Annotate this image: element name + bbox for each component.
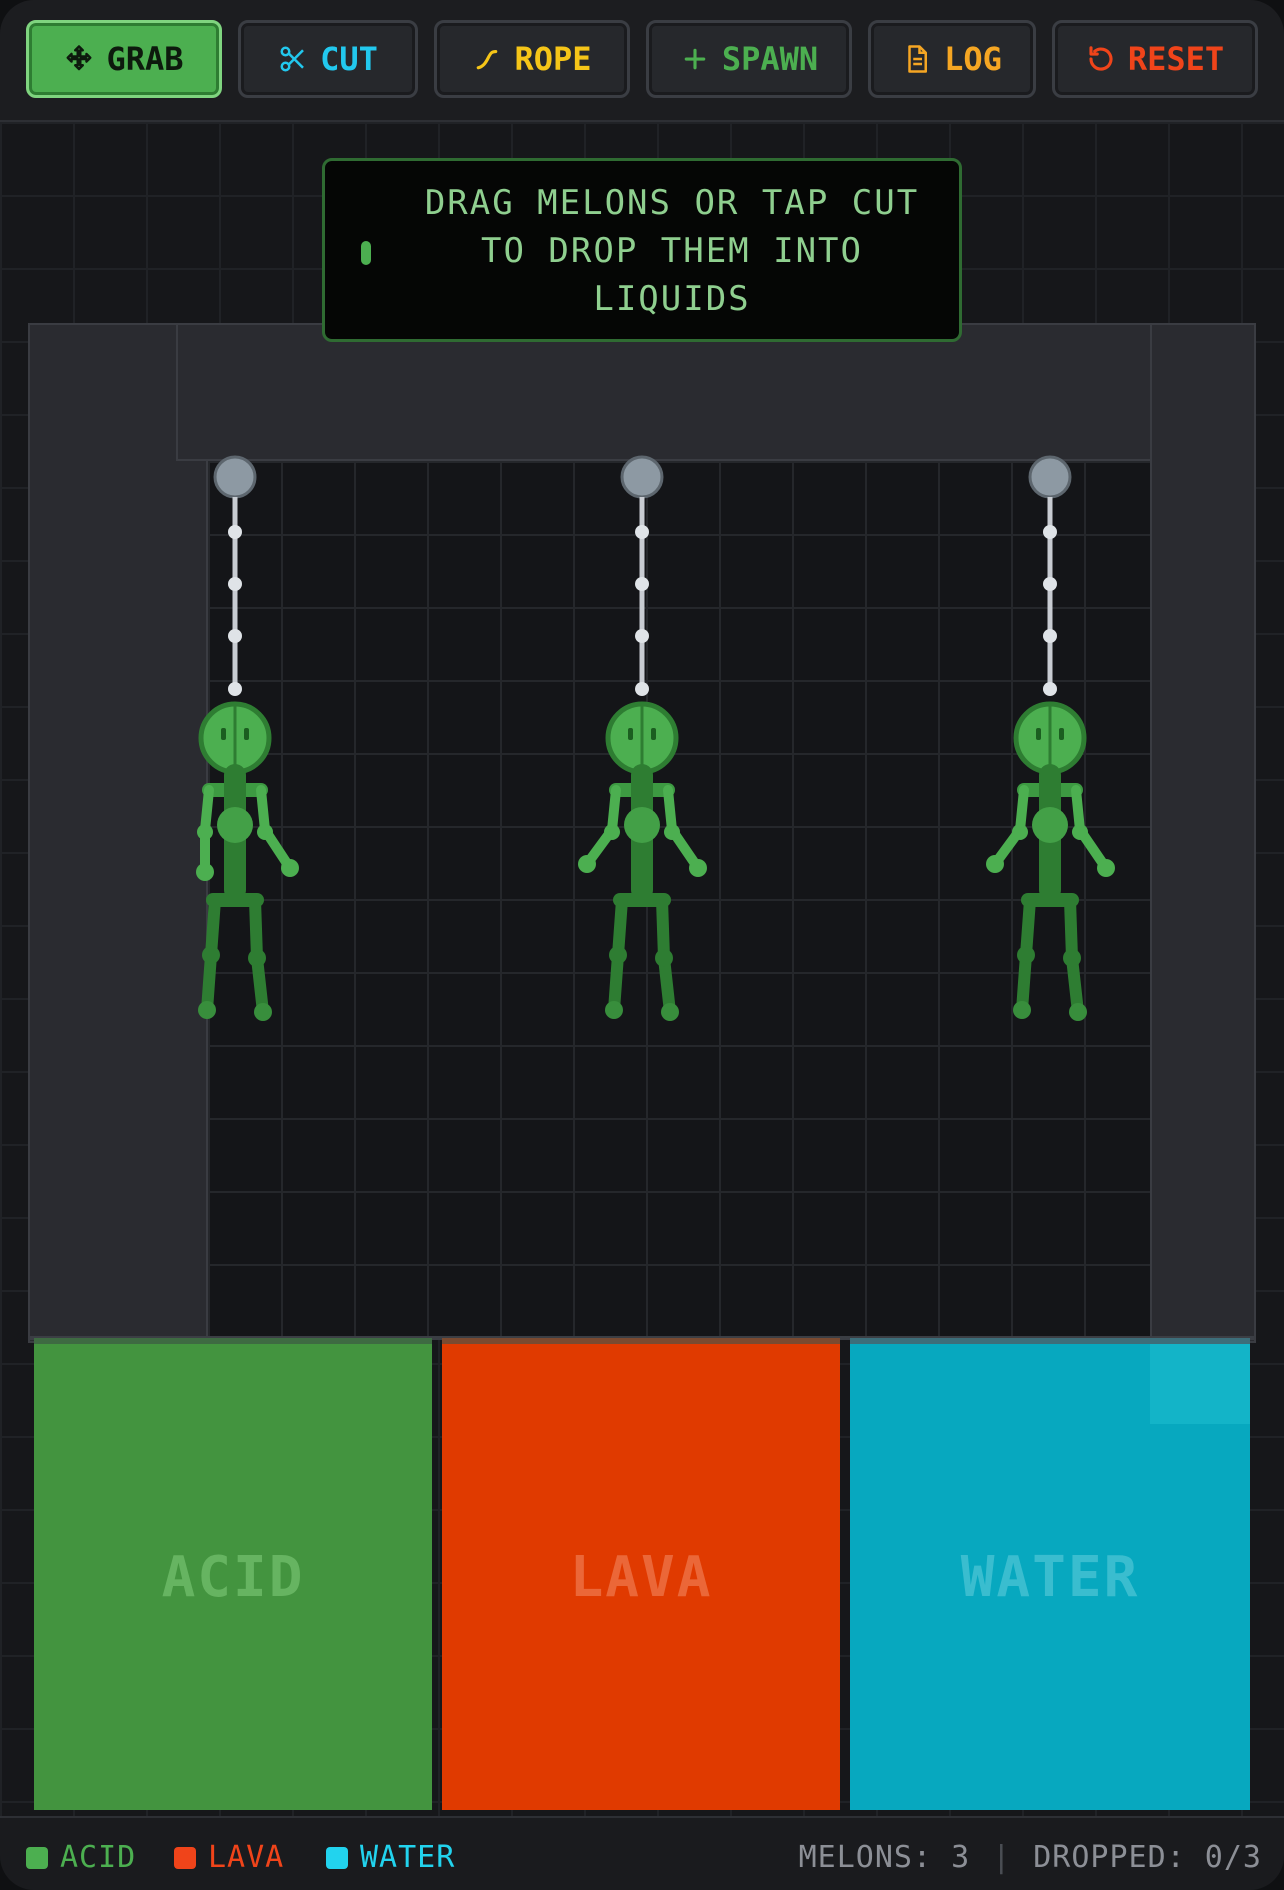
counters: MELONS: 3 | DROPPED: 0/3: [799, 1840, 1262, 1875]
melon-3[interactable]: [986, 457, 1115, 1021]
hint-tooltip: DRAG MELONS OR TAP CUT TO DROP THEM INTO…: [322, 158, 962, 342]
legend-acid-label: ACID: [60, 1840, 137, 1875]
melons-count: MELONS: 3: [798, 1840, 971, 1875]
status-bar: ACID LAVA WATER MELONS: 3 | DROPPED: 0/3: [0, 1816, 1284, 1890]
lava-tank[interactable]: LAVA: [442, 1344, 840, 1810]
melon-2[interactable]: [578, 457, 707, 1021]
acid-swatch: [26, 1846, 48, 1869]
legend-lava-label: LAVA: [208, 1840, 285, 1875]
game-frame: GRAB CUT ROPE SPAWN LOG RESET DRAG MELON…: [0, 0, 1284, 1890]
water-tank-highlight: [1150, 1344, 1250, 1424]
hint-line-1: DRAG MELONS OR TAP CUT: [424, 183, 920, 223]
hint-line-2: TO DROP THEM INTO: [481, 231, 863, 271]
water-swatch: [326, 1846, 348, 1869]
lava-swatch: [174, 1846, 196, 1869]
dropped-count: DROPPED: 0/3: [1033, 1840, 1262, 1875]
legend-lava: LAVA: [174, 1840, 284, 1875]
water-tank[interactable]: WATER: [850, 1344, 1250, 1810]
acid-tank[interactable]: ACID: [34, 1344, 432, 1810]
legend-acid: ACID: [26, 1840, 136, 1875]
counter-separator: |: [992, 1840, 1012, 1875]
legend-water-label: WATER: [360, 1840, 456, 1875]
lava-tank-label: LAVA: [569, 1544, 713, 1610]
melon-1[interactable]: [196, 457, 299, 1021]
legend-water: WATER: [326, 1840, 455, 1875]
acid-tank-label: ACID: [161, 1544, 305, 1610]
hint-line-3: LIQUIDS: [593, 279, 751, 319]
water-tank-label: WATER: [960, 1544, 1140, 1610]
hint-cursor-icon: [361, 241, 371, 265]
